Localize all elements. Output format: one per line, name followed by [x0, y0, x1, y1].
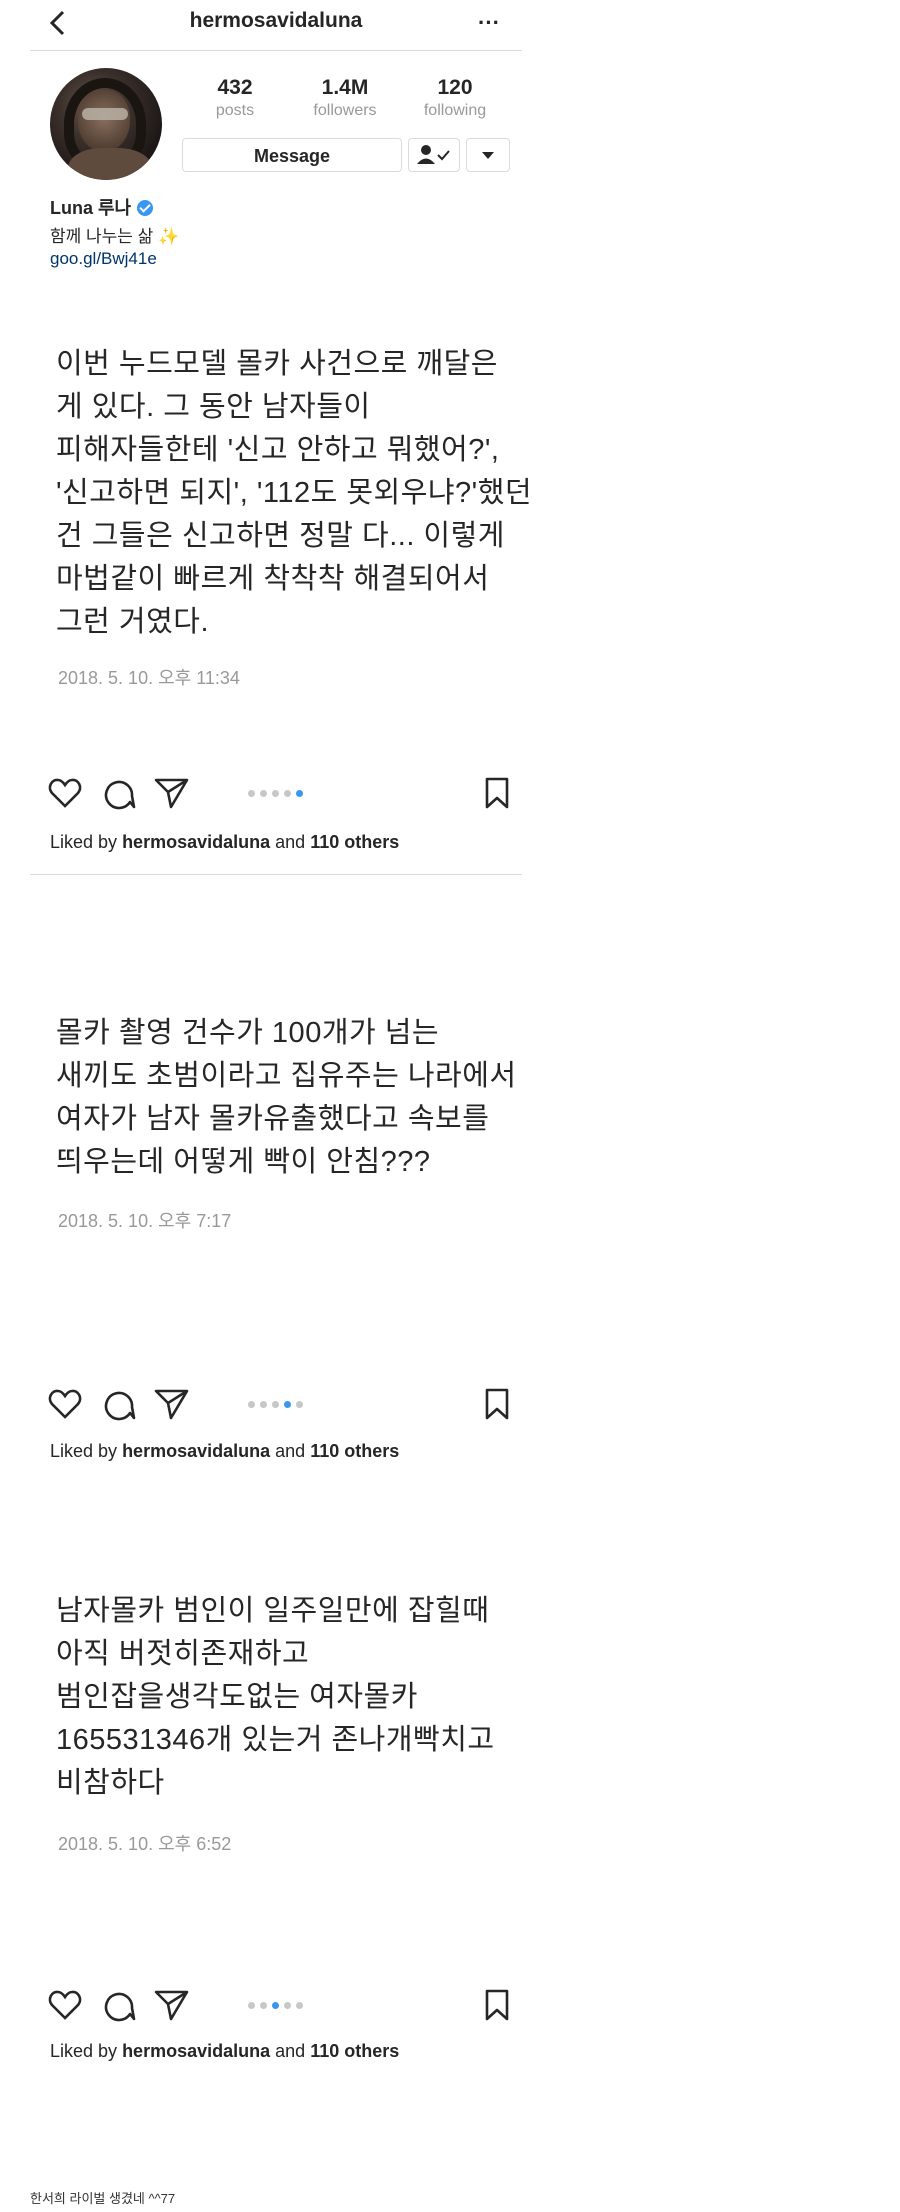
profile-stats: 432 posts 1.4M followers 120 following — [180, 76, 510, 126]
profile-display-name: Luna 루나 — [50, 194, 154, 220]
profile-link[interactable]: goo.gl/Bwj41e — [50, 249, 157, 269]
profile-bio: 함께 나누는 삶 ✨ — [50, 227, 180, 246]
post-action-bar — [48, 1988, 520, 2028]
comment-icon[interactable] — [102, 1387, 136, 1421]
sparkles-icon: ✨ — [158, 227, 180, 246]
carousel-dot — [248, 790, 255, 797]
carousel-dot — [260, 790, 267, 797]
likes-summary[interactable]: Liked by hermosavidaluna and 110 others — [50, 832, 399, 853]
image-caption: 한서희 라이벌 생겼네 ^^77 — [30, 2191, 176, 2206]
post-date: 2018. 5. 10. 오후 6:52 — [58, 1834, 232, 1854]
carousel-dot — [260, 2002, 267, 2009]
carousel-dot — [260, 1401, 267, 1408]
message-button[interactable]: Message — [182, 138, 402, 172]
suggestions-dropdown-button[interactable] — [466, 138, 510, 172]
heart-icon[interactable] — [48, 1988, 82, 2022]
carousel-dot-active — [272, 2002, 279, 2009]
person-check-icon — [417, 145, 450, 164]
carousel-indicator — [248, 1401, 328, 1411]
post-date: 2018. 5. 10. 오후 7:17 — [58, 1211, 232, 1231]
post-action-bar — [48, 1387, 520, 1427]
carousel-indicator — [248, 2002, 328, 2012]
caret-down-icon — [482, 152, 494, 159]
post-date: 2018. 5. 10. 오후 11:34 — [58, 668, 240, 688]
carousel-dot — [284, 2002, 291, 2009]
carousel-dot — [284, 790, 291, 797]
share-icon[interactable] — [154, 1387, 190, 1421]
following-count[interactable]: 120 following — [400, 76, 510, 120]
carousel-dot-active — [296, 790, 303, 797]
verified-badge-icon — [137, 200, 154, 216]
heart-icon[interactable] — [48, 776, 82, 810]
more-options-icon[interactable]: ··· — [478, 12, 500, 34]
post-text: 이번 누드모델 몰카 사건으로 깨달은 게 있다. 그 동안 남자들이 피해자들… — [56, 348, 533, 638]
followers-count[interactable]: 1.4M followers — [290, 76, 400, 120]
following-status-button[interactable] — [408, 138, 460, 172]
carousel-dot — [272, 1401, 279, 1408]
bookmark-icon[interactable] — [482, 1387, 512, 1421]
carousel-dot — [248, 1401, 255, 1408]
post-text: 남자몰카 범인이 일주일만에 잡힐때 아직 버젓히존재하고 범인잡을생각도없는 … — [56, 1595, 495, 1799]
top-navigation-bar: hermosavidaluna ··· — [30, 0, 522, 51]
profile-username-title: hermosavidaluna — [189, 9, 363, 32]
comment-icon[interactable] — [102, 1988, 136, 2022]
post-text: 몰카 촬영 건수가 100개가 넘는 새끼도 초범이라고 집유주는 나라에서 여… — [56, 1017, 517, 1178]
posts-count[interactable]: 432 posts — [180, 76, 290, 120]
bookmark-icon[interactable] — [482, 776, 512, 810]
carousel-dot — [296, 2002, 303, 2009]
carousel-dot-active — [284, 1401, 291, 1408]
carousel-dot — [296, 1401, 303, 1408]
bookmark-icon[interactable] — [482, 1988, 512, 2022]
comment-icon[interactable] — [102, 776, 136, 810]
likes-summary[interactable]: Liked by hermosavidaluna and 110 others — [50, 1441, 399, 1462]
share-icon[interactable] — [154, 776, 190, 810]
carousel-dot — [272, 790, 279, 797]
carousel-indicator — [248, 790, 328, 800]
profile-avatar[interactable] — [50, 68, 162, 180]
carousel-dot — [248, 2002, 255, 2009]
post-divider — [30, 874, 522, 875]
post-action-bar — [48, 776, 520, 816]
likes-summary[interactable]: Liked by hermosavidaluna and 110 others — [50, 2041, 399, 2062]
share-icon[interactable] — [154, 1988, 190, 2022]
heart-icon[interactable] — [48, 1387, 82, 1421]
